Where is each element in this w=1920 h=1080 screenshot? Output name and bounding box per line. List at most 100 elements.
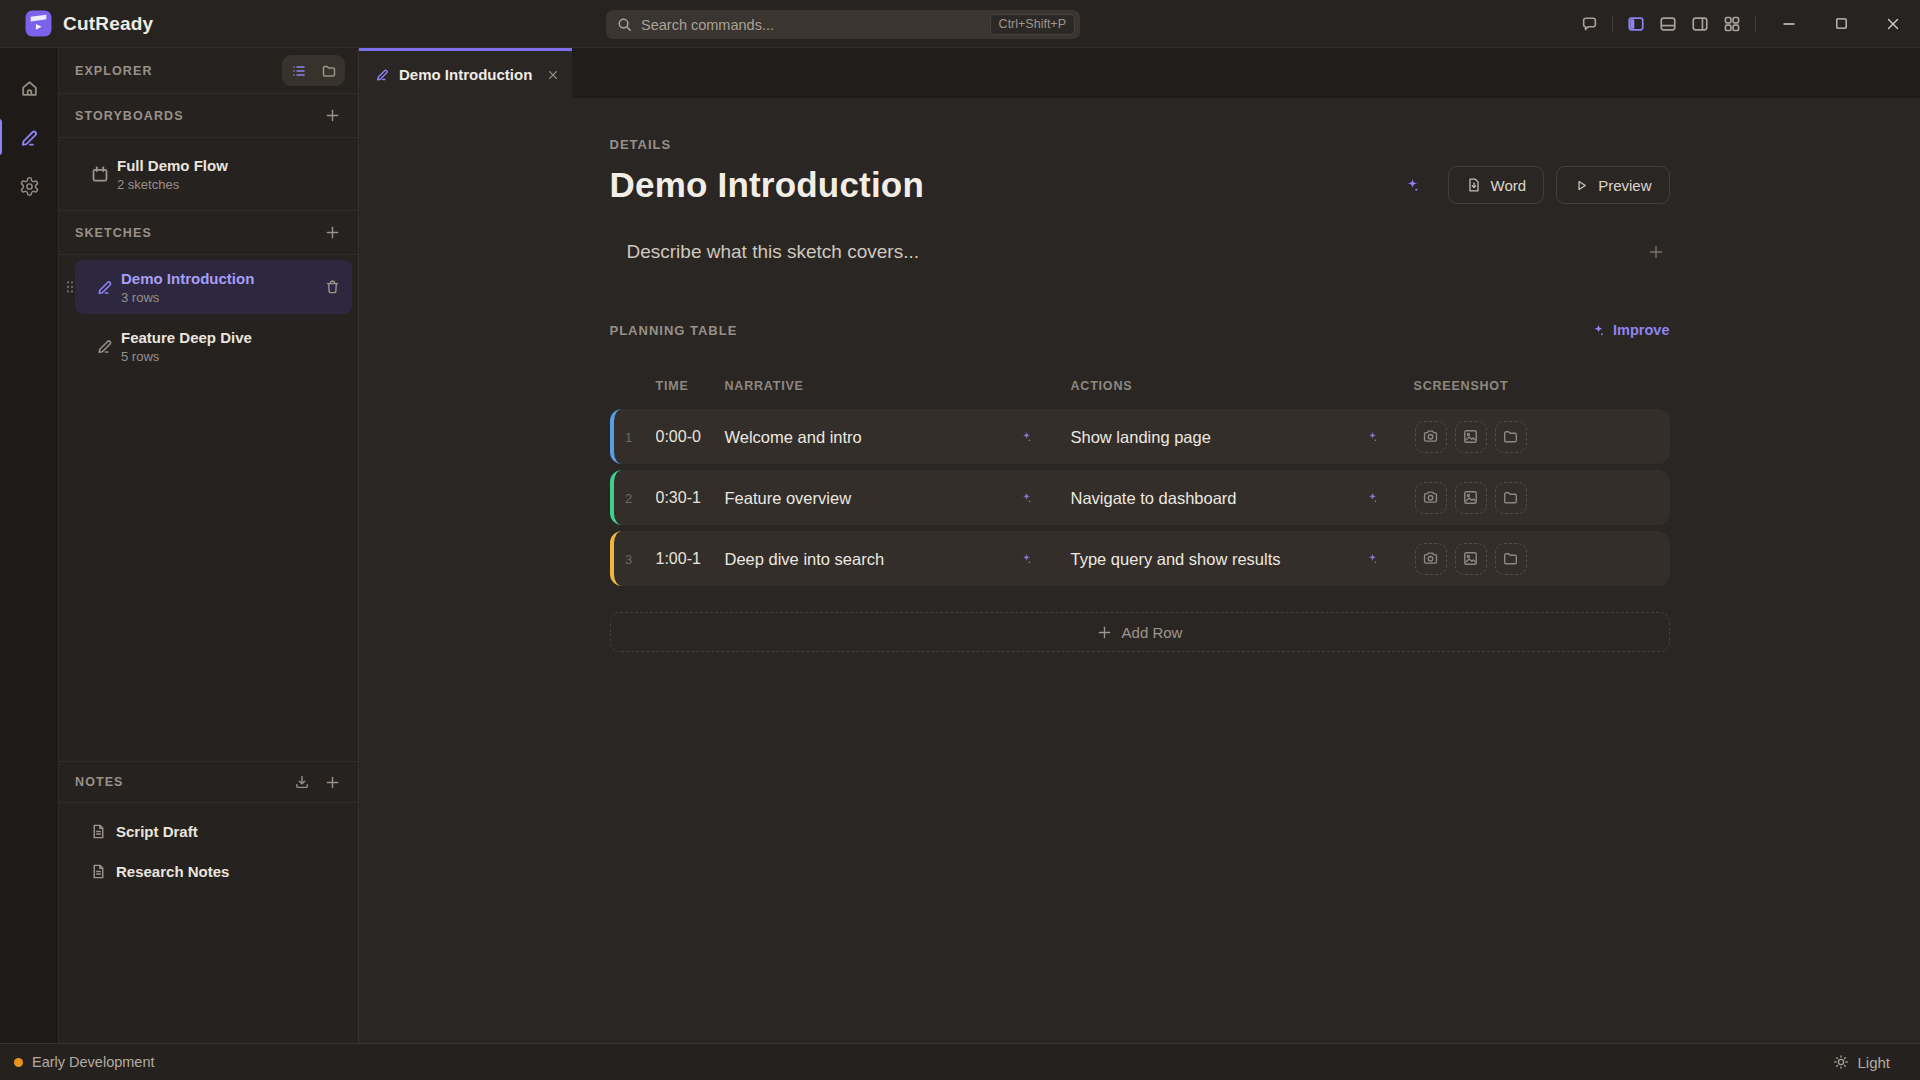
toggle-bottom-panel-button[interactable]: [1652, 8, 1684, 40]
table-row[interactable]: 3 1:00-1:30 Deep dive into search Type q…: [610, 531, 1670, 586]
storyboard-item[interactable]: Full Demo Flow 2 sketches: [59, 138, 358, 211]
add-description-button[interactable]: [1648, 244, 1670, 260]
folder-icon: [1502, 428, 1519, 445]
sketch-title-heading[interactable]: Demo Introduction: [610, 165, 925, 205]
note-title: Research Notes: [116, 863, 229, 880]
divider: [1612, 15, 1613, 32]
narrative-cell[interactable]: Deep dive into search: [725, 549, 885, 568]
storyboards-header: STORYBOARDS: [59, 94, 358, 138]
table-header: TIME NARRATIVE ACTIONS SCREENSHOT: [610, 379, 1670, 395]
row-number: 1: [618, 429, 640, 444]
capture-screenshot-button[interactable]: [1415, 421, 1447, 453]
add-note-button[interactable]: [319, 769, 345, 795]
actions-cell[interactable]: Show landing page: [1071, 427, 1211, 446]
toggle-left-panel-button[interactable]: [1620, 8, 1652, 40]
note-item-script-draft[interactable]: Script Draft: [59, 811, 358, 851]
ai-sparkle-button[interactable]: [1398, 170, 1428, 200]
feedback-button[interactable]: [1573, 8, 1605, 40]
sketches-label: SKETCHES: [75, 226, 152, 240]
attach-image-button[interactable]: [1455, 543, 1487, 575]
import-note-button[interactable]: [289, 769, 315, 795]
plus-icon: [325, 108, 340, 123]
theme-label: Light: [1857, 1054, 1890, 1071]
command-search-input[interactable]: Search commands... Ctrl+Shift+P: [606, 10, 1080, 39]
sketch-item-feature-deep-dive[interactable]: Feature Deep Dive 5 rows: [75, 319, 352, 373]
add-sketch-button[interactable]: [319, 220, 345, 246]
word-export-button[interactable]: Word: [1448, 166, 1545, 204]
maximize-button[interactable]: [1815, 0, 1867, 48]
time-cell[interactable]: 0:00-0:30: [656, 428, 701, 446]
column-narrative: NARRATIVE: [725, 379, 804, 393]
sketches-header: SKETCHES: [59, 211, 358, 255]
rail-sketches-button[interactable]: [10, 118, 48, 156]
layout-grid-button[interactable]: [1716, 8, 1748, 40]
sparkle-icon[interactable]: [1020, 491, 1033, 504]
improve-button[interactable]: Improve: [1591, 322, 1669, 338]
tab-demo-introduction[interactable]: Demo Introduction: [359, 48, 572, 98]
notes-section: NOTES Script Draft: [59, 761, 358, 1043]
preview-button-label: Preview: [1598, 177, 1651, 194]
narrative-cell[interactable]: Feature overview: [725, 488, 852, 507]
row-number: 2: [618, 490, 640, 505]
column-actions: ACTIONS: [1071, 379, 1133, 393]
rail-settings-button[interactable]: [10, 167, 48, 205]
attach-image-button[interactable]: [1455, 482, 1487, 514]
storyboard-subtitle: 2 sketches: [117, 177, 228, 192]
plus-icon: [1648, 244, 1664, 260]
time-cell[interactable]: 1:00-1:30: [656, 550, 701, 568]
browse-files-button[interactable]: [1495, 482, 1527, 514]
gear-icon: [19, 176, 40, 197]
capture-screenshot-button[interactable]: [1415, 543, 1447, 575]
search-icon: [617, 17, 632, 32]
sparkle-icon[interactable]: [1366, 491, 1379, 504]
sketch-list: Demo Introduction 3 rows Feature Deep Di…: [59, 255, 358, 384]
document-icon: [90, 823, 107, 840]
narrative-cell[interactable]: Welcome and intro: [725, 427, 862, 446]
sparkle-icon[interactable]: [1366, 552, 1379, 565]
table-row[interactable]: 2 0:30-1:00 Feature overview Navigate to…: [610, 470, 1670, 525]
notes-header: NOTES: [59, 762, 358, 803]
search-placeholder: Search commands...: [641, 17, 990, 33]
minimize-button[interactable]: [1763, 0, 1815, 48]
drag-handle-icon[interactable]: [65, 280, 75, 294]
main-area: Demo Introduction DETAILS Demo Introduct…: [359, 48, 1920, 1043]
tab-bar: Demo Introduction: [359, 48, 1920, 98]
add-storyboard-button[interactable]: [319, 103, 345, 129]
note-item-research-notes[interactable]: Research Notes: [59, 851, 358, 891]
capture-screenshot-button[interactable]: [1415, 482, 1447, 514]
sketch-item-demo-introduction[interactable]: Demo Introduction 3 rows: [75, 260, 352, 314]
table-row[interactable]: 1 0:00-0:30 Welcome and intro Show landi…: [610, 409, 1670, 464]
title-bar: CutReady Search commands... Ctrl+Shift+P: [0, 0, 1920, 48]
image-icon: [1462, 550, 1479, 567]
list-view-button[interactable]: [285, 58, 312, 83]
description-placeholder[interactable]: Describe what this sketch covers...: [627, 241, 920, 263]
plus-icon: [1097, 625, 1112, 640]
toggle-right-panel-button[interactable]: [1684, 8, 1716, 40]
actions-cell[interactable]: Type query and show results: [1071, 549, 1281, 568]
attach-image-button[interactable]: [1455, 421, 1487, 453]
close-button[interactable]: [1867, 0, 1919, 48]
search-shortcut-badge: Ctrl+Shift+P: [990, 14, 1075, 35]
camera-icon: [1422, 489, 1439, 506]
sparkle-icon: [1404, 177, 1421, 194]
status-dot: [14, 1058, 23, 1067]
delete-sketch-icon[interactable]: [324, 279, 341, 296]
preview-button[interactable]: Preview: [1556, 166, 1669, 204]
explorer-sidebar: EXPLORER STORYBOARDS: [59, 48, 359, 1043]
sparkle-icon[interactable]: [1020, 552, 1033, 565]
sparkle-icon[interactable]: [1366, 430, 1379, 443]
browse-files-button[interactable]: [1495, 421, 1527, 453]
pencil-icon: [19, 127, 40, 148]
actions-cell[interactable]: Navigate to dashboard: [1071, 488, 1237, 507]
rail-home-button[interactable]: [10, 69, 48, 107]
tab-close-button[interactable]: [544, 66, 562, 84]
storyboards-label: STORYBOARDS: [75, 109, 184, 123]
time-cell[interactable]: 0:30-1:00: [656, 489, 701, 507]
sketch-title: Feature Deep Dive: [121, 328, 252, 347]
theme-toggle[interactable]: Light: [1833, 1054, 1890, 1071]
sparkle-icon[interactable]: [1020, 430, 1033, 443]
titlebar-controls: [1573, 0, 1920, 47]
browse-files-button[interactable]: [1495, 543, 1527, 575]
folder-view-button[interactable]: [315, 58, 342, 83]
add-row-button[interactable]: Add Row: [610, 612, 1670, 652]
